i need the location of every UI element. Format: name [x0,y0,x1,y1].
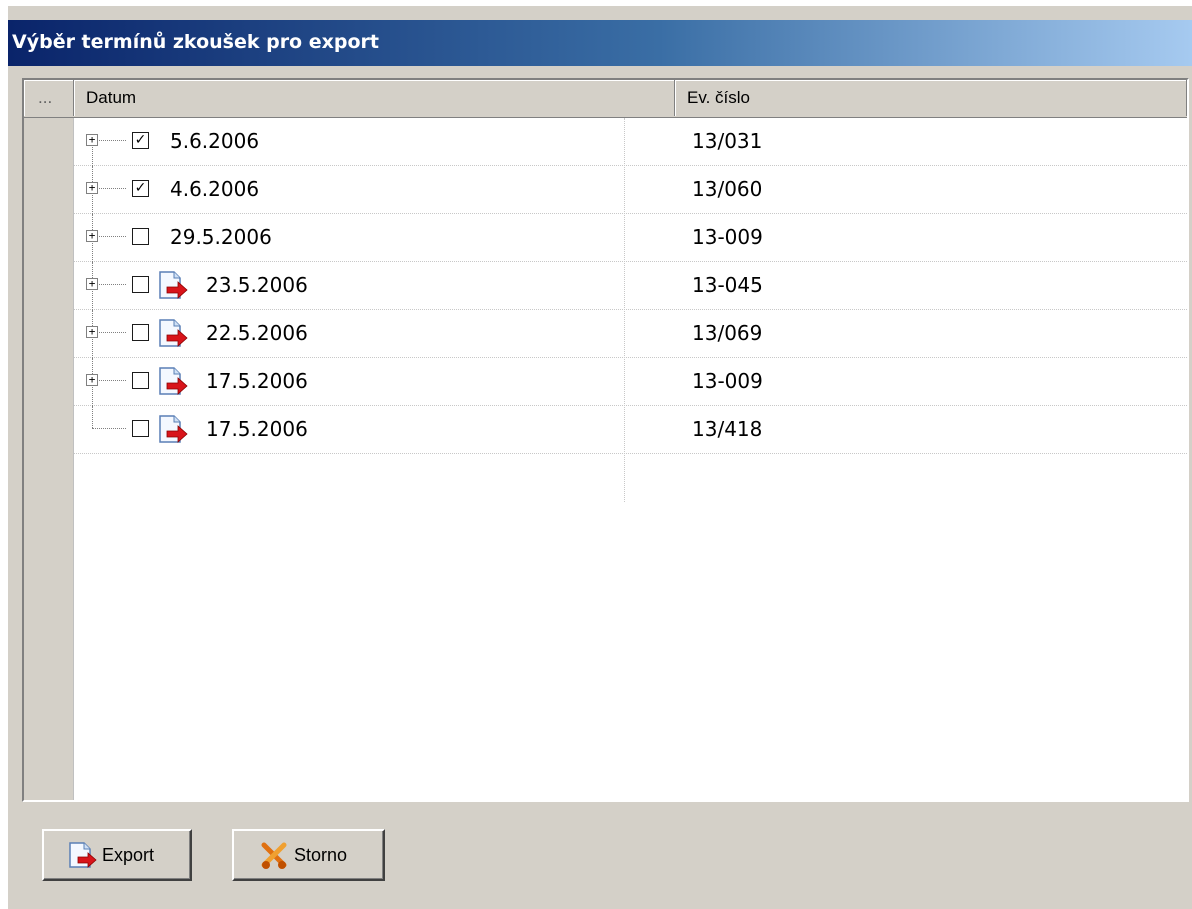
expand-plus-icon[interactable]: + [86,134,98,146]
export-document-icon [159,415,188,443]
row-date: 29.5.2006 [170,225,272,249]
indicator-column-header[interactable]: ... [24,80,74,116]
row-ev-cislo: 13/069 [692,321,763,345]
expand-plus-icon[interactable]: + [86,326,98,338]
row-date: 5.6.2006 [170,129,260,153]
table-row[interactable]: +17.5.2006 13-009 [74,358,1187,406]
row-date: 22.5.2006 [206,321,308,345]
tree-connector-line [92,428,126,429]
row-ev-cislo: 13/060 [692,177,763,201]
expand-plus-icon[interactable]: + [86,374,98,386]
expand-plus-icon[interactable]: + [86,182,98,194]
export-document-icon [159,367,188,395]
expand-plus-icon[interactable]: + [86,230,98,242]
export-document-icon [159,271,188,299]
dialog-window: Výběr termínů zkoušek pro export ... Dat… [8,6,1192,909]
export-button[interactable]: Export [42,829,192,881]
column-header-ev-cislo[interactable]: Ev. číslo [675,80,1187,116]
expand-plus-icon[interactable]: + [86,278,98,290]
storno-button[interactable]: Storno [232,829,385,881]
table-row[interactable]: +23.5.2006 13-045 [74,262,1187,310]
row-date: 23.5.2006 [206,273,308,297]
row-checkbox[interactable]: ✓ [132,180,149,197]
export-button-label: Export [102,845,155,865]
table-row[interactable]: +22.5.2006 13/069 [74,310,1187,358]
row-checkbox[interactable]: ✓ [132,132,149,149]
row-checkbox[interactable] [132,276,149,293]
row-checkbox[interactable] [132,420,149,437]
row-ev-cislo: 13-009 [692,225,763,249]
row-checkbox[interactable] [132,228,149,245]
row-ev-cislo: 13-009 [692,369,763,393]
row-indicator-column [24,118,74,800]
cancel-scissors-icon [261,842,287,869]
row-ev-cislo: 13-045 [692,273,763,297]
export-document-icon [69,842,97,868]
grid-header: ... Datum Ev. číslo [24,80,1187,118]
table-row[interactable]: +29.5.2006 13-009 [74,214,1187,262]
dates-tree-grid[interactable]: ... Datum Ev. číslo + ✓ 5.6.2006 13/031 + ✓ 4.… [22,78,1189,802]
tree-connector-line [92,406,93,428]
row-date: 17.5.2006 [206,417,308,441]
column-header-datum[interactable]: Datum [74,80,675,116]
storno-button-label: Storno [294,845,348,865]
title-bar[interactable]: Výběr termínů zkoušek pro export [8,20,1192,66]
table-row[interactable]: 17.5.2006 13/418 [74,406,1187,454]
row-checkbox[interactable] [132,324,149,341]
table-row[interactable]: + ✓ 4.6.2006 13/060 [74,166,1187,214]
table-row[interactable]: + ✓ 5.6.2006 13/031 [74,118,1187,166]
window-title: Výběr termínů zkoušek pro export [12,31,379,53]
export-document-icon [159,319,188,347]
row-checkbox[interactable] [132,372,149,389]
row-date: 4.6.2006 [170,177,260,201]
row-ev-cislo: 13/031 [692,129,763,153]
row-ev-cislo: 13/418 [692,417,763,441]
row-date: 17.5.2006 [206,369,308,393]
